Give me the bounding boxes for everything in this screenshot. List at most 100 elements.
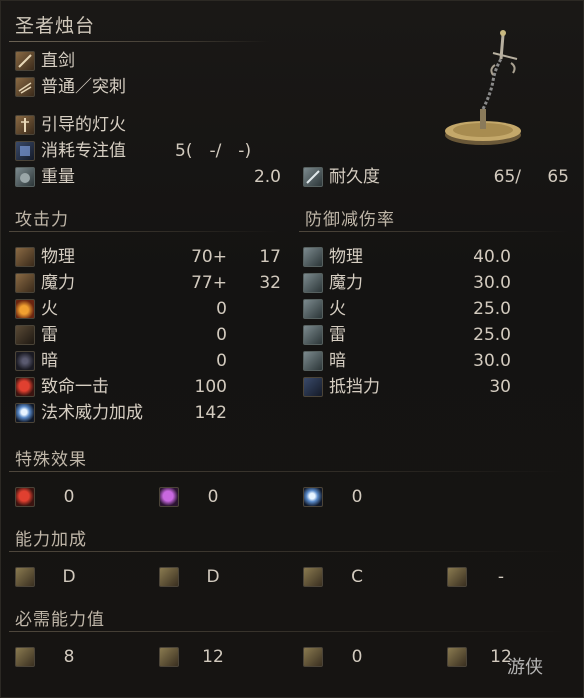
lightning-defense-icon (303, 325, 323, 345)
fp-cost-value: 5( -/ -) (175, 141, 252, 161)
intelligence-icon (303, 647, 323, 667)
scaling-item: D (159, 565, 279, 589)
defense-value: 25.0 (473, 325, 511, 345)
attack-label: 法术威力加成 (41, 403, 143, 423)
requirements-value: 0 (351, 647, 363, 667)
effects-section-title: 特殊效果 (15, 450, 87, 470)
defense-label: 抵挡力 (329, 377, 380, 397)
scaling-value: C (351, 567, 363, 587)
weapon-image (445, 30, 521, 145)
scaling-item: - (447, 565, 567, 589)
skill-name: 引导的灯火 (41, 115, 126, 135)
weapon-type: 直剑 (41, 51, 75, 71)
fire-icon (15, 299, 35, 319)
critical-icon (15, 377, 35, 397)
intelligence-icon (303, 567, 323, 587)
defense-section-title: 防御减伤率 (305, 210, 395, 230)
attack-row: 暗0 (15, 349, 285, 373)
defense-label: 物理 (329, 247, 363, 267)
effects-value: 0 (63, 487, 75, 507)
effects-item: 0 (159, 485, 279, 509)
effects-value: 0 (207, 487, 219, 507)
attack-row: 物理 70+ 17 (15, 245, 285, 269)
scaling-value: - (497, 567, 505, 587)
effects-value: 0 (351, 487, 363, 507)
sword-icon (15, 51, 35, 71)
durability-icon (303, 167, 323, 187)
scaling-item: C (303, 565, 423, 589)
weapon-name: 圣者烛台 (15, 15, 96, 37)
requirements-divider (9, 631, 569, 632)
attack-label: 雷 (41, 325, 58, 345)
defense-row: 物理 40.0 (303, 245, 573, 269)
defense-label: 雷 (329, 325, 346, 345)
defense-value: 30.0 (473, 273, 511, 293)
weight-label: 重量 (41, 167, 75, 187)
defense-value: 25.0 (473, 299, 511, 319)
faith-icon (447, 647, 467, 667)
attack-base: 0 (216, 325, 227, 345)
attack-section-title: 攻击力 (15, 210, 69, 230)
lightning-icon (15, 325, 35, 345)
requirements-value: 8 (63, 647, 75, 667)
physical-defense-icon (303, 247, 323, 267)
effects-item: 0 (15, 485, 135, 509)
requirements-value: 12 (490, 647, 512, 667)
defense-value: 30 (489, 377, 511, 397)
frost-icon (303, 487, 323, 507)
scaling-value: D (62, 567, 76, 587)
attack-base: 70+ (191, 247, 227, 267)
magic-icon (15, 273, 35, 293)
attack-bonus: 32 (259, 273, 281, 293)
attack-row: 火0 (15, 297, 285, 321)
defense-row: 抵挡力 30 (303, 375, 573, 399)
attack-label: 暗 (41, 351, 58, 371)
spell-buff-icon (15, 403, 35, 423)
requirements-item: 0 (303, 645, 423, 669)
requirements-item: 12 (447, 645, 567, 669)
attack-base: 142 (194, 403, 227, 423)
weight-icon (15, 167, 35, 187)
magic-defense-icon (303, 273, 323, 293)
requirements-item: 8 (15, 645, 135, 669)
dexterity-icon (159, 647, 179, 667)
attack-base: 0 (216, 351, 227, 371)
slash-thrust-icon (15, 77, 35, 97)
attack-label: 火 (41, 299, 58, 319)
defense-label: 魔力 (329, 273, 363, 293)
durability-label: 耐久度 (329, 167, 380, 187)
fire-defense-icon (303, 299, 323, 319)
skill-icon (15, 115, 35, 135)
attack-base: 0 (216, 299, 227, 319)
physical-icon (15, 247, 35, 267)
attack-divider (9, 231, 279, 232)
durability-row: 耐久度 65/ 65 (303, 165, 573, 189)
defense-value: 40.0 (473, 247, 511, 267)
attack-row: 雷0 (15, 323, 285, 347)
defense-row: 雷 25.0 (303, 323, 573, 347)
poison-icon (159, 487, 179, 507)
attack-bonus: 17 (259, 247, 281, 267)
dexterity-icon (159, 567, 179, 587)
scaling-section-title: 能力加成 (15, 530, 87, 550)
defense-label: 暗 (329, 351, 346, 371)
dark-defense-icon (303, 351, 323, 371)
attack-row: 致命一击 100 (15, 375, 285, 399)
scaling-item: D (15, 565, 135, 589)
strength-icon (15, 647, 35, 667)
defense-label: 火 (329, 299, 346, 319)
defense-value: 30.0 (473, 351, 511, 371)
faith-icon (447, 567, 467, 587)
scaling-value: D (206, 567, 220, 587)
defense-divider (299, 231, 569, 232)
attack-row: 法术威力加成 142 (15, 401, 285, 425)
weapon-stats-panel: 圣者烛台 直剑 普通／突刺 引导的灯火 消耗专注值 5(-/ -) 重量 2.… (0, 0, 584, 698)
weight-row: 重量 2.0 (15, 165, 285, 189)
strength-icon (15, 567, 35, 587)
dark-icon (15, 351, 35, 371)
skill-row: 引导的灯火 (15, 113, 255, 137)
durability-max: 65 (547, 167, 569, 187)
stability-icon (303, 377, 323, 397)
requirements-item: 12 (159, 645, 279, 669)
attack-label: 物理 (41, 247, 75, 267)
